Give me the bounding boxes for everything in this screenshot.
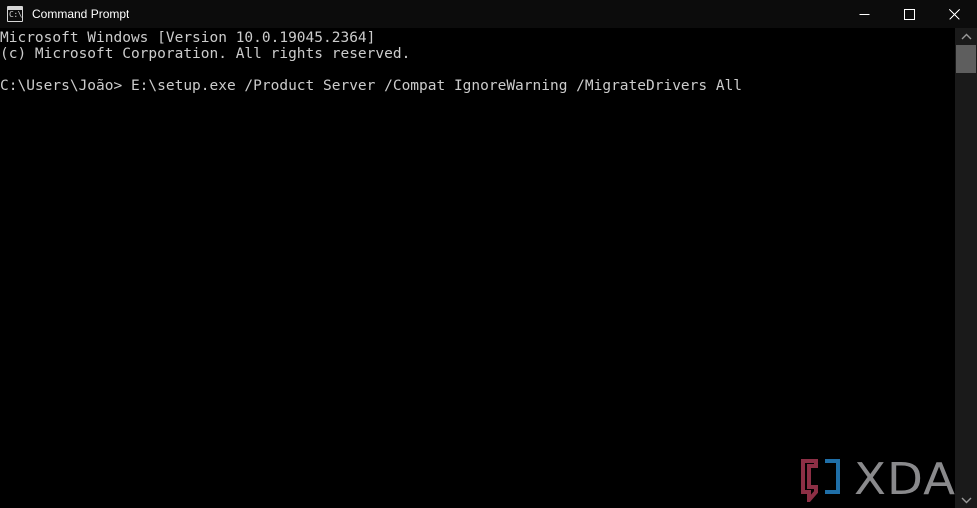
command-prompt-window: C:\_ Command Prompt xyxy=(0,0,977,508)
console-output-area[interactable]: Microsoft Windows [Version 10.0.19045.23… xyxy=(0,28,955,508)
maximize-icon xyxy=(904,8,915,20)
scrollbar-up-button[interactable] xyxy=(955,28,977,45)
scrollbar-thumb[interactable] xyxy=(956,45,976,73)
window-title: Command Prompt xyxy=(32,7,130,21)
chevron-up-icon xyxy=(961,33,972,41)
console-scrollbar[interactable] xyxy=(955,28,977,508)
window-controls xyxy=(842,0,977,28)
minimize-button[interactable] xyxy=(842,0,887,28)
minimize-icon xyxy=(859,9,870,20)
titlebar[interactable]: C:\_ Command Prompt xyxy=(0,0,977,28)
scrollbar-down-button[interactable] xyxy=(955,491,977,508)
titlebar-left: C:\_ Command Prompt xyxy=(0,0,842,28)
console-icon-prompt: C:\_ xyxy=(9,10,22,19)
maximize-button[interactable] xyxy=(887,0,932,28)
console-text: Microsoft Windows [Version 10.0.19045.23… xyxy=(0,30,743,94)
console-icon: C:\_ xyxy=(7,6,23,22)
scrollbar-track[interactable] xyxy=(955,45,977,491)
close-button[interactable] xyxy=(932,0,977,28)
close-icon xyxy=(949,8,960,20)
chevron-down-icon xyxy=(961,496,972,504)
